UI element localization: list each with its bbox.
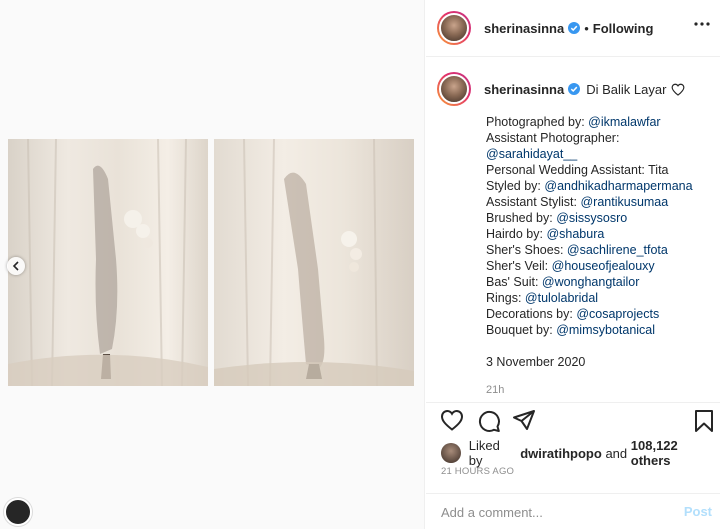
mention-link[interactable]: @ikmalawfar xyxy=(588,115,660,129)
caption-header: sherinasinna Di Balik Layar xyxy=(437,72,713,106)
caption-title: Di Balik Layar xyxy=(586,81,667,97)
caption-line: Decorations by: @cosaprojects xyxy=(486,307,660,321)
mention-link[interactable]: @shabura xyxy=(546,227,604,241)
caption-line: Styled by: @andhikadharmapermana xyxy=(486,179,693,193)
mention-link[interactable]: @andhikadharmapermana xyxy=(544,179,692,193)
caption-line: Sher's Veil: @houseofjealouxy xyxy=(486,259,655,273)
likes-prefix: Liked by xyxy=(468,438,500,468)
mention-link[interactable]: @mimsybotanical xyxy=(556,323,655,337)
caption-line: Hairdo by: @shabura xyxy=(486,227,605,241)
caption-body: Photographed by: @ikmalawfar Assistant P… xyxy=(486,114,713,398)
caption-line: Sher's Shoes: @sachlirene_tfota xyxy=(486,243,668,257)
heart-icon[interactable] xyxy=(440,409,464,431)
likes-connector: and xyxy=(605,445,628,461)
mention-link[interactable]: @sarahidayat__ xyxy=(486,147,577,161)
comment-bar: Post xyxy=(426,493,720,529)
verified-badge-icon xyxy=(568,83,581,95)
mention-link[interactable]: @rantikusumaa xyxy=(580,195,668,209)
post-comment-button[interactable]: Post xyxy=(684,504,712,519)
likes-summary: Liked by dwiratihpopo and 108,122 others xyxy=(441,438,720,468)
action-bar xyxy=(426,402,720,436)
caption-line: Personal Wedding Assistant: Tita xyxy=(486,163,669,177)
carousel-prev-button[interactable] xyxy=(7,257,25,275)
author-avatar[interactable] xyxy=(437,11,471,45)
chevron-left-icon xyxy=(12,261,19,271)
more-options-icon[interactable] xyxy=(694,22,710,26)
caption-line: Bouquet by: @mimsybotanical xyxy=(486,323,656,337)
caption-line: @sarahidayat__ xyxy=(486,146,713,162)
post-timestamp[interactable]: 21 HOURS AGO xyxy=(441,466,514,477)
mention-link[interactable]: @sissysosro xyxy=(556,211,627,225)
mention-link[interactable]: @cosaprojects xyxy=(576,307,659,321)
caption-username[interactable]: sherinasinna xyxy=(484,82,564,97)
mention-link[interactable]: @houseofjealouxy xyxy=(552,259,655,273)
heart-outline-icon xyxy=(671,83,685,96)
caption-line: Rings: @tulolabridal xyxy=(486,291,599,305)
carousel-photo-left[interactable] xyxy=(8,139,208,386)
comment-icon[interactable] xyxy=(477,409,501,433)
caption-avatar[interactable] xyxy=(437,72,471,106)
caption-age: 21h xyxy=(486,384,505,396)
floating-avatar[interactable] xyxy=(4,498,32,526)
post-header: sherinasinna • Following xyxy=(426,0,720,57)
bookmark-icon[interactable] xyxy=(694,409,714,433)
post-media xyxy=(0,0,425,529)
liker-username[interactable]: dwiratihpopo xyxy=(520,446,602,461)
following-button[interactable]: Following xyxy=(593,21,654,36)
caption-line: Bas' Suit: @wonghangtailor xyxy=(486,275,640,289)
caption-line: Assistant Photographer: xyxy=(486,131,620,145)
mention-link[interactable]: @wonghangtailor xyxy=(542,275,639,289)
caption-line: Photographed by: @ikmalawfar xyxy=(486,115,661,129)
header-separator: • xyxy=(584,20,589,36)
comment-input[interactable] xyxy=(441,503,671,521)
caption: sherinasinna Di Balik Layar Photographed… xyxy=(437,72,713,402)
likes-count[interactable]: 108,122 others xyxy=(631,438,720,468)
verified-badge-icon xyxy=(568,22,581,34)
caption-date: 3 November 2020 xyxy=(486,355,586,369)
share-icon[interactable] xyxy=(512,409,536,431)
mention-link[interactable]: @tulolabridal xyxy=(525,291,598,305)
caption-line: Brushed by: @sissysosro xyxy=(486,211,628,225)
mention-link[interactable]: @sachlirene_tfota xyxy=(567,243,668,257)
post-details-panel: sherinasinna • Following sherinasinna Di… xyxy=(426,0,720,529)
caption-line: Assistant Stylist: @rantikusumaa xyxy=(486,195,669,209)
carousel-photo-right[interactable] xyxy=(214,139,414,386)
author-username[interactable]: sherinasinna xyxy=(484,21,564,36)
liker-avatar[interactable] xyxy=(441,443,461,463)
